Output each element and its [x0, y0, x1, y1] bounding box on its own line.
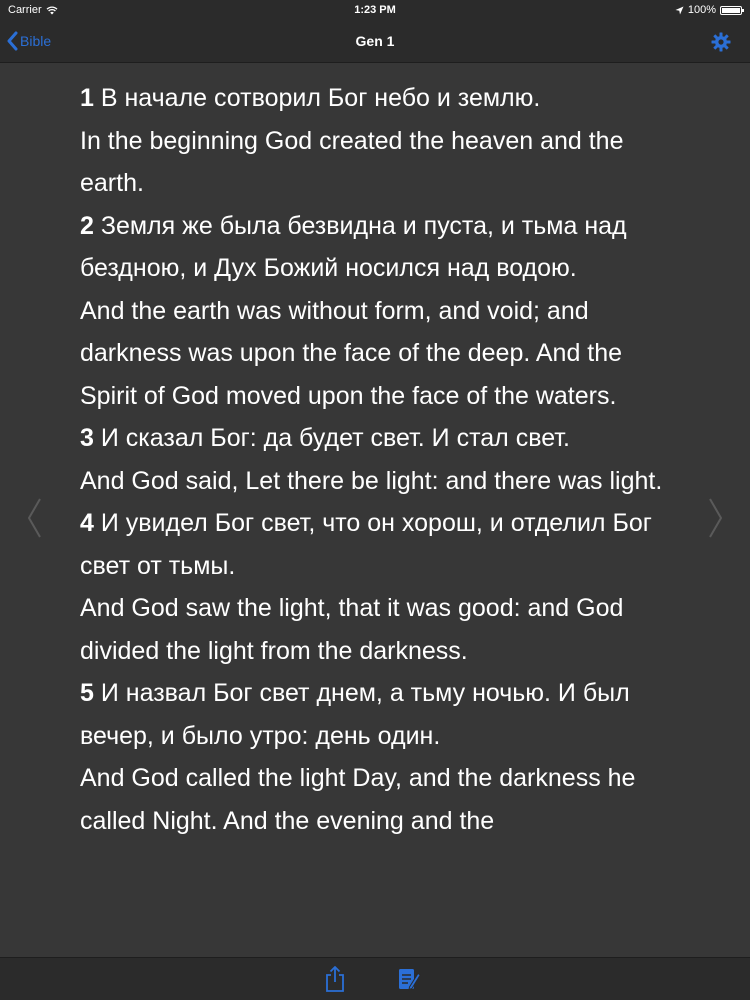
- battery-tip: [742, 8, 744, 12]
- chevron-right-icon: [709, 498, 722, 538]
- verse-3-en: And God said, Let there be light: and th…: [80, 466, 663, 495]
- battery-percent: 100%: [687, 4, 716, 16]
- verse-number: 3: [80, 424, 94, 452]
- next-chapter-button[interactable]: [706, 495, 726, 541]
- verse-3-ru: 3 И сказал Бог: да будет свет. И стал св…: [80, 417, 680, 460]
- notes-button[interactable]: [396, 965, 422, 993]
- bible-reader-screen: Carrier 1:23 PM 100% Bible Gen 1 1 В нач…: [0, 0, 750, 1000]
- verse-text-ru: Земля же была безвидна и пуста, и тьма н…: [80, 211, 627, 283]
- verse-2-ru: 2 Земля же была безвидна и пуста, и тьма…: [80, 205, 680, 290]
- chevron-left-icon: [28, 498, 41, 538]
- back-button[interactable]: Bible: [6, 31, 51, 51]
- chevron-left-icon: [7, 31, 18, 51]
- verse-text-ru: И назвал Бог свет днем, а тьму ночью. И …: [80, 679, 630, 750]
- battery-level: [722, 7, 740, 13]
- verse-1-en: In the beginning God created the heaven …: [80, 126, 624, 198]
- verse-number: 4: [80, 509, 94, 537]
- verse-number: 5: [80, 679, 94, 707]
- bottom-toolbar: [0, 957, 750, 1000]
- chapter-text: 1 В начале сотворил Бог небо и землю. In…: [80, 77, 680, 842]
- share-button[interactable]: [322, 965, 348, 993]
- verse-2-en: And the earth was without form, and void…: [80, 296, 623, 410]
- status-bar: Carrier 1:23 PM 100%: [0, 0, 750, 22]
- verse-text-ru: И увидел Бог свет, что он хорош, и отдел…: [80, 509, 652, 580]
- verse-number: 2: [80, 211, 94, 240]
- page-title: Gen 1: [355, 33, 395, 49]
- settings-button[interactable]: [710, 31, 732, 53]
- back-button-label: Bible: [20, 33, 52, 49]
- share-icon: [326, 966, 344, 992]
- verse-5-ru: 5 И назвал Бог свет днем, а тьму ночью. …: [80, 672, 680, 757]
- navigation-bar: Bible Gen 1: [0, 22, 750, 63]
- verse-1-ru: 1 В начале сотворил Бог небо и землю.: [80, 77, 680, 120]
- battery-icon: [720, 5, 744, 15]
- verse-4-ru: 4 И увидел Бог свет, что он хорош, и отд…: [80, 502, 680, 587]
- previous-chapter-button[interactable]: [24, 495, 44, 541]
- verse-number: 1: [80, 84, 94, 112]
- verse-text-ru: И сказал Бог: да будет свет. И стал свет…: [100, 424, 570, 452]
- verse-4-en: And God saw the light, that it was good:…: [80, 594, 624, 665]
- location-arrow-icon: [675, 6, 684, 14]
- status-right: 100%: [675, 4, 744, 16]
- gear-icon: [711, 32, 731, 52]
- notes-icon: [399, 969, 421, 991]
- verse-text-ru: В начале сотворил Бог небо и землю.: [100, 84, 541, 112]
- status-time: 1:23 PM: [354, 4, 396, 16]
- verse-5-en: And God called the light Day, and the da…: [80, 764, 636, 835]
